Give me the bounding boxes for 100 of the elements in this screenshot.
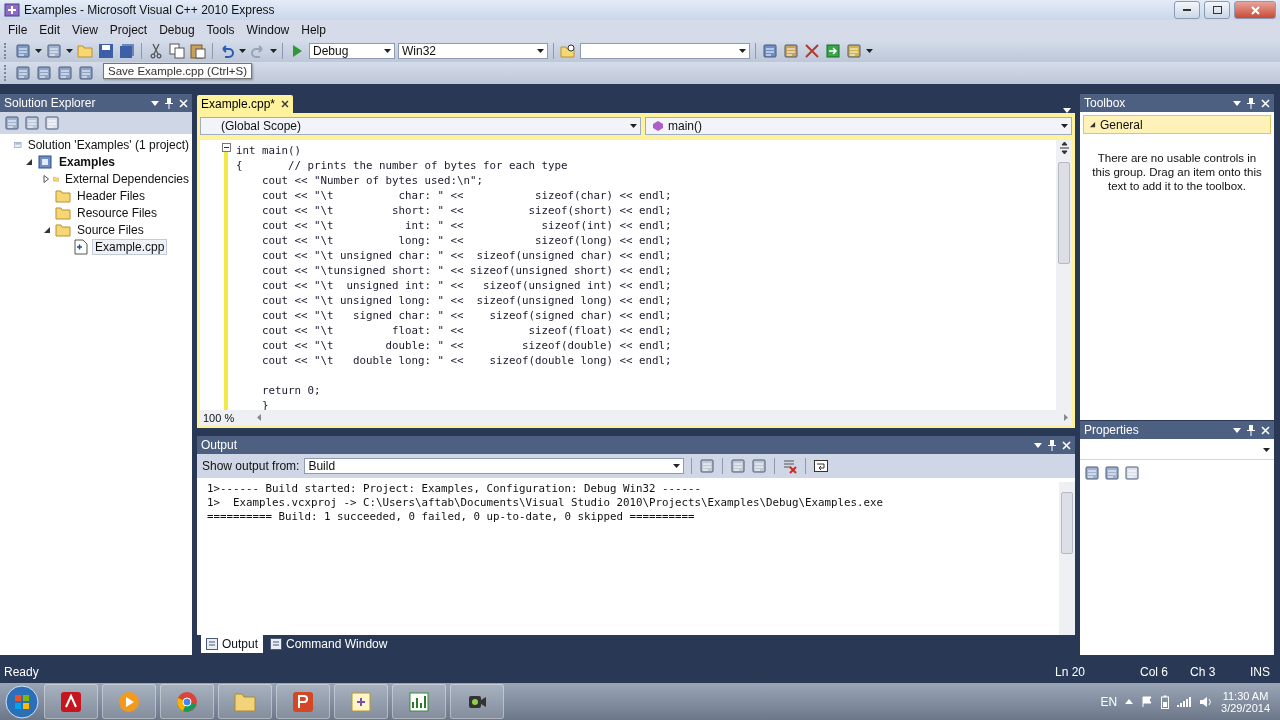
clear-all-icon[interactable] <box>782 458 799 474</box>
dropdown-arrow-icon[interactable] <box>66 49 73 53</box>
insert-mode: INS <box>1250 664 1271 679</box>
close-button[interactable] <box>1234 1 1276 19</box>
dropdown-arrow-icon[interactable] <box>1263 448 1270 452</box>
dropdown-arrow-icon[interactable] <box>630 124 637 128</box>
code-line: } <box>261 398 270 410</box>
presentation-app-icon <box>291 689 315 714</box>
search-field[interactable] <box>580 43 750 59</box>
paste-icon[interactable] <box>190 43 206 59</box>
split-icon[interactable] <box>1059 142 1069 154</box>
flag-icon[interactable] <box>1141 695 1154 708</box>
pin-icon[interactable] <box>1048 439 1056 451</box>
minimize-button[interactable] <box>1174 1 1200 19</box>
cut-icon[interactable] <box>148 43 164 59</box>
configuration-dropdown[interactable]: Debug <box>309 43 395 59</box>
close-icon[interactable] <box>281 100 290 108</box>
member-dropdown[interactable]: main() <box>645 117 1072 135</box>
dropdown-arrow-icon[interactable] <box>739 49 746 53</box>
dropdown-arrow-icon[interactable] <box>673 464 681 468</box>
dropdown-arrow-icon[interactable] <box>239 49 246 53</box>
toolbar-options-icon[interactable] <box>866 49 873 53</box>
dropdown-arrow-icon[interactable] <box>1061 124 1068 128</box>
output-source-dropdown[interactable]: Build <box>304 458 685 474</box>
menu-item[interactable]: Help <box>295 23 332 37</box>
clock[interactable]: 11:30 AM 3/29/2014 <box>1221 689 1270 714</box>
code-line: cout << "\t long: " << sizeof(long) << endl; <box>261 233 673 248</box>
scroll-right-icon[interactable] <box>1064 414 1068 421</box>
taskbar-button[interactable] <box>276 684 330 719</box>
dropdown-arrow-icon[interactable] <box>1034 442 1042 448</box>
code-line: cout << "\t short: " << sizeof(short) << endl; <box>261 203 673 218</box>
dropdown-arrow-icon[interactable] <box>1233 100 1241 106</box>
toolbox-group[interactable]: General <box>1083 115 1271 134</box>
output-line: 1>------ Build started: Project: Examples, Configuration: Debug Win32 ------ <box>207 482 703 496</box>
copy-icon[interactable] <box>169 43 185 59</box>
tree-item[interactable]: Examples <box>56 153 119 170</box>
document-tab[interactable]: Example.cpp* <box>197 95 294 113</box>
collapse-icon[interactable] <box>222 143 231 152</box>
scroll-left-icon[interactable] <box>257 414 261 421</box>
expanded-arrow-icon[interactable] <box>43 225 51 234</box>
scrollbar-thumb[interactable] <box>1058 162 1070 264</box>
menu-item[interactable]: Tools <box>200 23 241 37</box>
maximize-button[interactable] <box>1204 1 1230 19</box>
app-icon <box>349 689 373 714</box>
method-icon <box>652 120 664 132</box>
taskbar-button[interactable] <box>44 684 98 719</box>
menu-item[interactable]: Window <box>240 23 296 37</box>
folder-icon <box>233 690 257 713</box>
tree-item[interactable]: Resource Files <box>74 204 161 221</box>
dropdown-arrow-icon[interactable] <box>1233 427 1241 433</box>
speaker-icon[interactable] <box>1199 695 1214 708</box>
undo-icon[interactable] <box>219 43 235 59</box>
expanded-arrow-icon[interactable] <box>25 157 33 166</box>
menu-item[interactable]: File <box>2 23 34 37</box>
taskbar-button[interactable] <box>392 684 446 719</box>
tooltip: Save Example.cpp (Ctrl+S) <box>103 63 252 79</box>
tree-item[interactable]: Header Files <box>74 187 149 204</box>
code-line: cout << "\t float: " << sizeof(float) << endl; <box>261 323 673 338</box>
panel-tab[interactable]: Command Window <box>265 635 393 653</box>
dropdown-arrow-icon[interactable] <box>270 49 277 53</box>
pin-icon[interactable] <box>1247 424 1255 436</box>
expanded-arrow-icon[interactable] <box>1089 121 1096 128</box>
scrollbar-thumb[interactable] <box>1061 492 1073 554</box>
menu-item[interactable]: Debug <box>153 23 201 37</box>
menu-item[interactable]: Edit <box>33 23 67 37</box>
folder-icon <box>55 222 71 237</box>
close-icon <box>1250 5 1260 15</box>
code-line: return 0; <box>261 383 322 398</box>
word-wrap-icon[interactable] <box>813 458 830 474</box>
scope-dropdown[interactable]: (Global Scope) <box>200 117 641 135</box>
import-icon[interactable] <box>825 43 841 59</box>
tree-item[interactable]: Source Files <box>74 221 147 238</box>
chart-app-icon <box>407 689 431 714</box>
tree-item[interactable]: Example.cpp <box>92 238 168 255</box>
zoom-level[interactable]: 100 % <box>200 411 253 424</box>
tree-item[interactable]: External Dependencies <box>61 170 192 187</box>
code-line: cout << "\tunsigned short: " << sizeof(unsigned short) << endl; <box>261 263 673 278</box>
dropdown-arrow-icon[interactable] <box>537 49 544 53</box>
collapsed-arrow-icon[interactable] <box>42 174 50 183</box>
save-all-icon[interactable] <box>119 43 135 59</box>
platform-dropdown[interactable]: Win32 <box>398 43 548 59</box>
dropdown-arrow-icon[interactable] <box>151 100 159 106</box>
panel-tab[interactable]: Output <box>201 635 264 653</box>
battery-icon[interactable] <box>1161 694 1170 709</box>
dropdown-arrow-icon[interactable] <box>1063 108 1071 113</box>
dropdown-arrow-icon[interactable] <box>384 49 391 53</box>
dropdown-arrow-icon[interactable] <box>35 49 42 53</box>
code-line: cout << "\t double: " << sizeof(double) << endl; <box>261 338 673 353</box>
tree-item[interactable]: Solution 'Examples' (1 project) <box>24 136 192 153</box>
start-button[interactable] <box>4 683 40 720</box>
pin-icon[interactable] <box>165 97 173 109</box>
show-hidden-icons-icon[interactable] <box>1125 699 1134 704</box>
save-icon[interactable] <box>98 43 114 59</box>
taskbar-button[interactable] <box>450 684 504 719</box>
menu-item[interactable]: View <box>66 23 104 37</box>
signal-icon[interactable] <box>1177 695 1192 708</box>
folder-icon <box>55 205 71 220</box>
pin-icon[interactable] <box>1247 97 1255 109</box>
menu-item[interactable]: Project <box>103 23 154 37</box>
cpp-file-icon <box>73 238 89 255</box>
